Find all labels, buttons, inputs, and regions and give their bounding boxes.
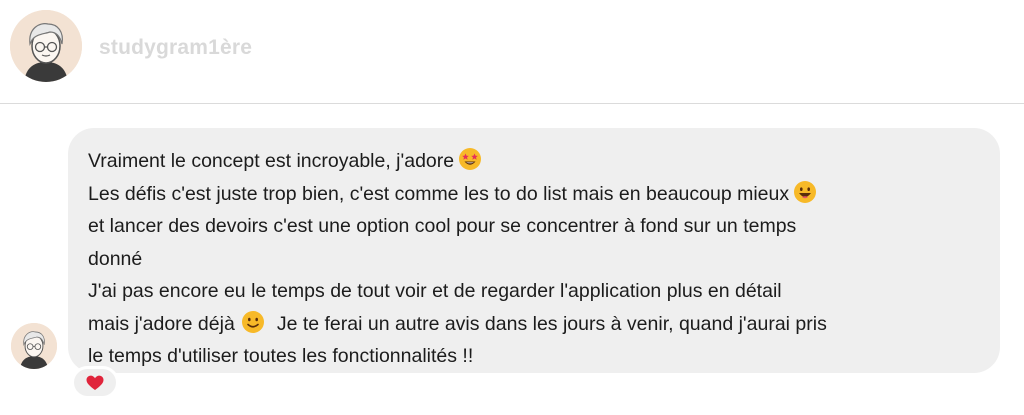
heart-icon [86, 375, 104, 390]
grinning-emoji-icon [793, 180, 817, 204]
message-line: J'ai pas encore eu le temps de tout voir… [88, 280, 782, 302]
reaction-badge[interactable] [71, 366, 119, 399]
message-line: le temps d'utiliser toutes les fonctionn… [88, 345, 474, 367]
message-line: mais j'adore déjà Je te ferai un autre av… [88, 308, 980, 341]
profile-avatar[interactable] [10, 10, 82, 82]
message-line: donné [88, 247, 143, 270]
message-bubble[interactable]: Vraiment le concept est incroyable, j'ad… [68, 128, 1000, 373]
star-struck-emoji-icon [458, 147, 482, 171]
message-line: Les défis c'est juste trop bien, c'est c… [88, 178, 980, 211]
message-line: Vraiment le concept est incroyable, j'ad… [88, 145, 980, 178]
message-avatar[interactable] [11, 323, 57, 369]
smiling-emoji-icon [241, 310, 265, 334]
user-avatar-icon [10, 10, 82, 82]
user-avatar-icon [11, 323, 57, 369]
username[interactable]: studygram1ère [99, 36, 252, 60]
chat-header: studygram1ère [0, 0, 1024, 104]
message-line: et lancer des devoirs c'est une option c… [88, 215, 797, 237]
